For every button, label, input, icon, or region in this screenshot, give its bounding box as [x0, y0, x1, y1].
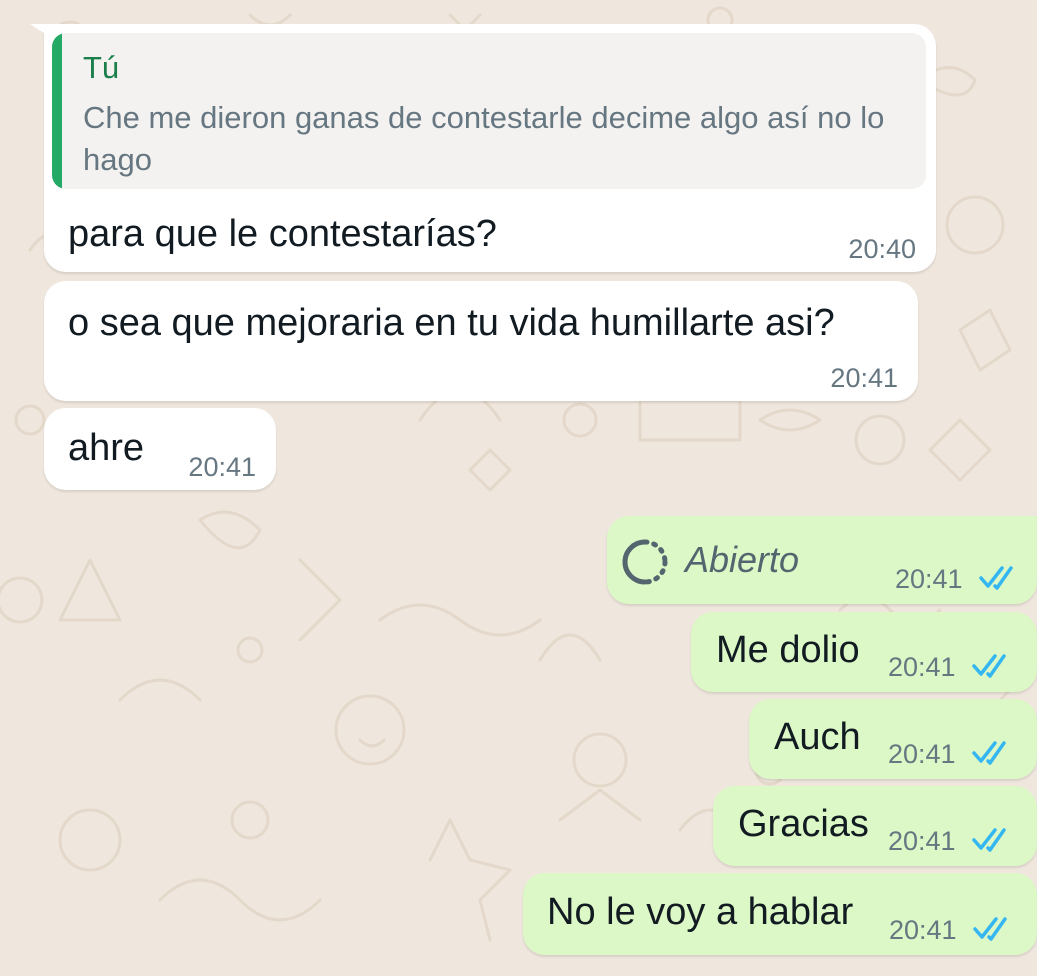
- outgoing-message[interactable]: No le voy a hablar 20:41: [523, 873, 1037, 955]
- message-text: ahre: [68, 427, 145, 469]
- read-ticks-icon: [972, 654, 1006, 678]
- outgoing-message[interactable]: Me dolio 20:41: [691, 612, 1037, 692]
- read-ticks-icon: [972, 741, 1006, 765]
- outgoing-status-message[interactable]: Abierto 20:41: [607, 516, 1037, 604]
- quote-accent-bar: [52, 33, 62, 189]
- message-text: o sea que mejoraria en tu vida humillart…: [68, 302, 835, 344]
- incoming-message[interactable]: o sea que mejoraria en tu vida humillart…: [44, 281, 918, 401]
- message-text: Me dolio: [716, 629, 860, 671]
- message-time: 20:41: [895, 564, 963, 594]
- message-text: No le voy a hablar: [547, 891, 854, 933]
- message-text: Auch: [774, 716, 861, 758]
- read-ticks-icon: [973, 917, 1007, 941]
- message-time: 20:41: [888, 652, 956, 682]
- message-time: 20:41: [888, 826, 956, 856]
- status-text: Abierto: [685, 539, 800, 580]
- read-ticks-icon: [972, 828, 1006, 852]
- outgoing-message[interactable]: Auch 20:41: [749, 699, 1037, 779]
- reply-quote[interactable]: Tú Che me dieron ganas de contestarle de…: [52, 33, 926, 189]
- message-time: 20:41: [188, 452, 256, 482]
- read-ticks-icon: [979, 566, 1013, 590]
- incoming-message[interactable]: ahre 20:41: [44, 408, 276, 490]
- outgoing-message[interactable]: Gracias 20:41: [713, 786, 1037, 866]
- message-time: 20:41: [830, 363, 898, 393]
- message-time: 20:40: [848, 234, 916, 264]
- status-ring-icon: [622, 539, 668, 585]
- quote-author: Tú: [83, 50, 120, 85]
- message-text: para que le contestarías?: [68, 213, 497, 255]
- message-text: Gracias: [738, 803, 869, 845]
- quote-text: Che me dieron ganas de contestarle decim…: [83, 100, 885, 177]
- message-time: 20:41: [888, 739, 956, 769]
- incoming-message[interactable]: Tú Che me dieron ganas de contestarle de…: [30, 24, 936, 272]
- message-time: 20:41: [889, 915, 957, 945]
